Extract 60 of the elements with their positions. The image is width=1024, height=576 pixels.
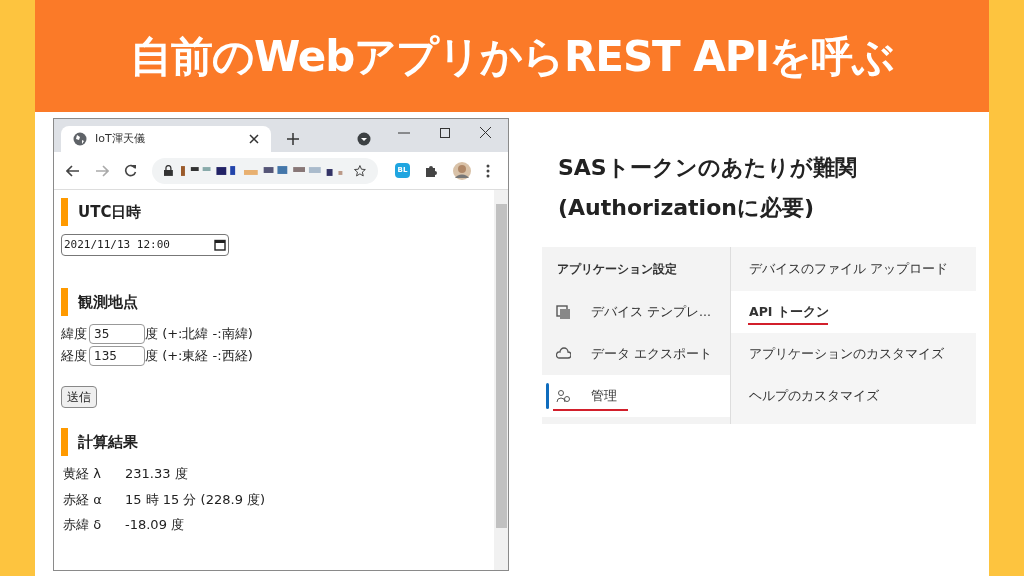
globe-icon [73, 132, 87, 146]
close-icon[interactable] [480, 127, 491, 138]
scrollbar[interactable] [494, 190, 508, 570]
template-icon [556, 304, 571, 320]
slide-title: 自前のWebアプリからREST APIを呼ぶ [130, 30, 894, 83]
section-heading: 観測地点 [78, 291, 138, 313]
result-value: 231.33 度 [125, 465, 188, 483]
menu-icon[interactable] [486, 163, 490, 178]
heading-bar [61, 198, 68, 226]
result-label: 赤緯 δ [63, 516, 103, 534]
menu-label: 管理 [591, 386, 617, 405]
puzzle-icon[interactable] [425, 164, 438, 177]
submenu-item[interactable]: アプリケーションのカスタマイズ [731, 333, 976, 375]
section-heading: 計算結果 [78, 431, 138, 453]
submenu-label: アプリケーションのカスタマイズ [749, 344, 944, 363]
selection-bar [546, 383, 549, 409]
close-icon[interactable] [249, 134, 259, 144]
field-value: 2021/11/13 12:00 [64, 236, 170, 253]
maximize-icon[interactable] [440, 128, 450, 138]
result-label: 赤経 α [63, 490, 103, 509]
address-bar[interactable] [152, 157, 378, 184]
heading-bar [61, 288, 68, 316]
section-heading: UTC日時 [78, 201, 142, 223]
menu-item[interactable]: デバイス テンプレ... [542, 291, 730, 333]
note-text: SASトークンのあたりが難関 (Authorizationに必要) [558, 154, 858, 222]
datetime-field[interactable]: 2021/11/13 12:00 [61, 234, 229, 256]
tab-title: IoT渾天儀 [95, 130, 146, 147]
menu-item[interactable]: 管理 [542, 375, 730, 417]
lock-icon [164, 165, 173, 176]
field-label: 緯度 [61, 325, 87, 344]
submenu-label: デバイスのファイル アップロード [749, 259, 948, 278]
avatar-icon[interactable] [453, 161, 471, 180]
submit-button[interactable]: 送信 [61, 386, 97, 408]
submenu-label: API トークン [749, 302, 829, 321]
menu-item[interactable]: データ エクスポート [542, 333, 730, 375]
cloud-icon [556, 346, 571, 362]
tab-search-icon[interactable] [357, 132, 371, 146]
star-icon[interactable] [354, 164, 366, 177]
unit-label: 度 (+:東経 -:西経) [145, 347, 253, 366]
heading-bar [61, 428, 68, 456]
new-tab-icon[interactable] [287, 133, 299, 145]
result-value: -18.09 度 [125, 516, 185, 534]
back-icon[interactable] [66, 164, 80, 177]
submenu-item[interactable]: デバイスのファイル アップロード [731, 247, 976, 291]
browser-tab[interactable]: IoT渾天儀 [61, 126, 271, 152]
submenu-label: ヘルプのカスタマイズ [749, 386, 879, 405]
result-label: 黄経 λ [63, 465, 102, 483]
calendar-icon[interactable] [214, 239, 226, 251]
number-field[interactable]: 35 [89, 324, 145, 344]
people-icon [556, 388, 571, 404]
result-value: 15 時 15 分 (228.9 度) [125, 490, 266, 509]
menu-label: デバイス テンプレ... [591, 302, 711, 321]
submenu-item[interactable]: ヘルプのカスタマイズ [731, 375, 976, 417]
unit-label: 度 (+:北緯 -:南緯) [145, 325, 253, 344]
menu-heading: アプリケーション設定 [556, 261, 678, 278]
menu-label: データ エクスポート [591, 344, 712, 363]
field-label: 経度 [61, 347, 87, 366]
submenu-item[interactable]: API トークン [731, 291, 976, 333]
reload-icon[interactable] [124, 164, 137, 177]
number-field[interactable]: 135 [89, 346, 145, 366]
